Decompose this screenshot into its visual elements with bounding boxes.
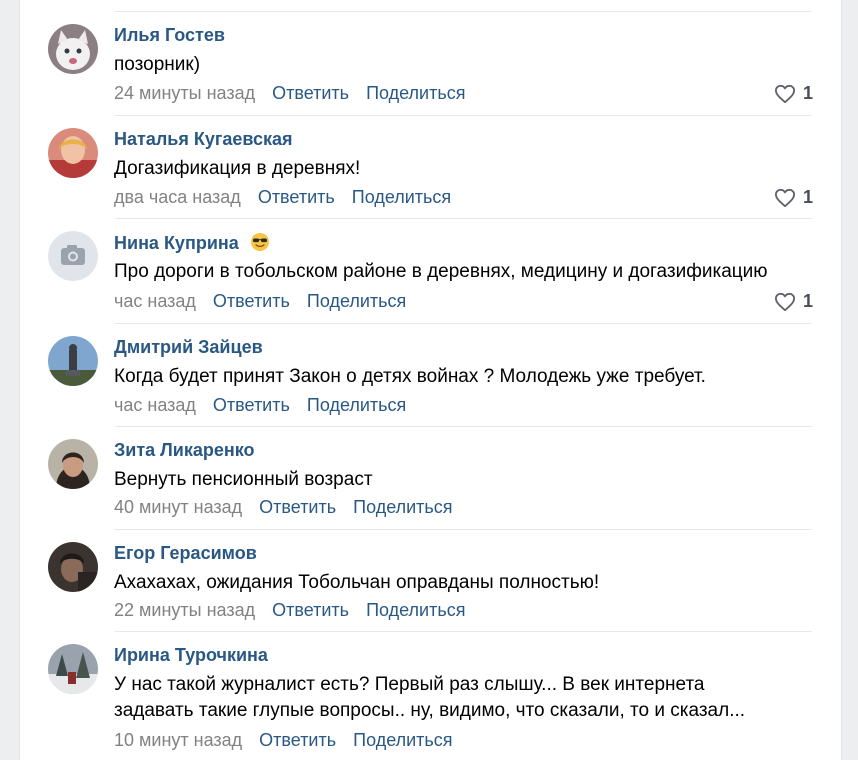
comment-time[interactable]: час назад bbox=[114, 291, 196, 311]
heart-icon bbox=[774, 188, 795, 207]
like-count: 1 bbox=[802, 291, 813, 311]
share-button[interactable]: Поделиться bbox=[366, 83, 465, 103]
comment-author[interactable]: Егор Герасимов bbox=[114, 543, 257, 564]
avatar[interactable] bbox=[48, 336, 98, 386]
reply-button[interactable]: Ответить bbox=[259, 730, 336, 750]
reply-button[interactable]: Ответить bbox=[259, 497, 336, 517]
share-button[interactable]: Поделиться bbox=[352, 187, 451, 207]
heart-icon bbox=[774, 84, 795, 103]
comment-text: Вернуть пенсионный возраст bbox=[114, 469, 373, 490]
comment-meta: два часа назад Ответить Поделиться bbox=[114, 187, 451, 207]
like-count: 1 bbox=[802, 83, 813, 103]
comment-author[interactable]: Илья Гостев bbox=[114, 25, 225, 46]
share-button[interactable]: Поделиться bbox=[307, 291, 406, 311]
comment-time[interactable]: 40 минут назад bbox=[114, 497, 242, 517]
avatar[interactable] bbox=[48, 231, 98, 281]
share-button[interactable]: Поделиться bbox=[353, 730, 452, 750]
comment-item: Егор Герасимов Ахахахах, ожидания Тоболь… bbox=[20, 530, 841, 631]
comment-author[interactable]: Дмитрий Зайцев bbox=[114, 337, 263, 358]
comment-text-line: задавать такие глупые вопросы.. ну, види… bbox=[114, 700, 746, 721]
comment-text-line: У нас такой журналист есть? Первый раз с… bbox=[114, 674, 705, 695]
comment-time[interactable]: два часа назад bbox=[114, 187, 241, 207]
comment-time[interactable]: 24 минуты назад bbox=[114, 83, 255, 103]
reply-button[interactable]: Ответить bbox=[272, 600, 349, 620]
share-button[interactable]: Поделиться bbox=[353, 497, 452, 517]
comment-item: Дмитрий Зайцев Когда будет принят Закон … bbox=[20, 324, 841, 426]
comment-item: Нина Куприна Про дороги в тобольском рай… bbox=[20, 219, 841, 323]
avatar[interactable] bbox=[48, 24, 98, 74]
reply-button[interactable]: Ответить bbox=[258, 187, 335, 207]
avatar[interactable] bbox=[48, 439, 98, 489]
comment-text: Догазификация в деревнях! bbox=[114, 158, 361, 179]
reply-button[interactable]: Ответить bbox=[213, 395, 290, 415]
comment-meta: час назад Ответить Поделиться bbox=[114, 395, 406, 415]
comment-item: Ирина Турочкина У нас такой журналист ес… bbox=[20, 632, 841, 760]
comment-meta: 40 минут назад Ответить Поделиться bbox=[114, 497, 453, 517]
comment-author[interactable]: Ирина Турочкина bbox=[114, 645, 268, 666]
comment-text: Когда будет принят Закон о детях войнах … bbox=[114, 366, 706, 387]
comment-meta: 22 минуты назад Ответить Поделиться bbox=[114, 600, 465, 620]
comment-item: Наталья Кугаевская Догазификация в дерев… bbox=[20, 116, 841, 218]
sunglasses-emoji bbox=[250, 233, 269, 251]
reply-button[interactable]: Ответить bbox=[213, 291, 290, 311]
comment-text: У нас такой журналист есть? Первый раз с… bbox=[114, 672, 814, 724]
like-count: 1 bbox=[802, 187, 813, 207]
comment-time[interactable]: 10 минут назад bbox=[114, 730, 242, 750]
avatar[interactable] bbox=[48, 128, 98, 178]
comment-item: Илья Гостев позорник) 24 минуты назад От… bbox=[20, 12, 841, 115]
comment-author-name[interactable]: Нина Куприна bbox=[114, 233, 239, 253]
comment-meta: 24 минуты назад Ответить Поделиться bbox=[114, 83, 465, 103]
share-button[interactable]: Поделиться bbox=[366, 600, 465, 620]
comment-time[interactable]: 22 минуты назад bbox=[114, 600, 255, 620]
comment-meta: 10 минут назад Ответить Поделиться bbox=[114, 730, 453, 750]
reply-button[interactable]: Ответить bbox=[272, 83, 349, 103]
comments-panel: Илья Гостев позорник) 24 минуты назад От… bbox=[19, 0, 842, 760]
like-button[interactable]: 1 bbox=[774, 291, 813, 312]
comment-author: Нина Куприна bbox=[114, 232, 270, 254]
share-button[interactable]: Поделиться bbox=[307, 395, 406, 415]
comment-text: позорник) bbox=[114, 54, 201, 75]
comment-item: Зита Ликаренко Вернуть пенсионный возрас… bbox=[20, 427, 841, 529]
like-button[interactable]: 1 bbox=[774, 83, 813, 104]
comment-author[interactable]: Зита Ликаренко bbox=[114, 440, 255, 461]
heart-icon bbox=[774, 292, 795, 311]
avatar[interactable] bbox=[48, 644, 98, 694]
comment-author[interactable]: Наталья Кугаевская bbox=[114, 129, 293, 150]
avatar[interactable] bbox=[48, 542, 98, 592]
camera-placeholder-icon bbox=[61, 245, 85, 265]
comment-time[interactable]: час назад bbox=[114, 395, 196, 415]
comment-text: Про дороги в тобольском районе в деревня… bbox=[114, 261, 768, 282]
comment-text: Ахахахах, ожидания Тобольчан оправданы п… bbox=[114, 572, 600, 593]
comment-meta: час назад Ответить Поделиться bbox=[114, 291, 406, 311]
like-button[interactable]: 1 bbox=[774, 187, 813, 208]
